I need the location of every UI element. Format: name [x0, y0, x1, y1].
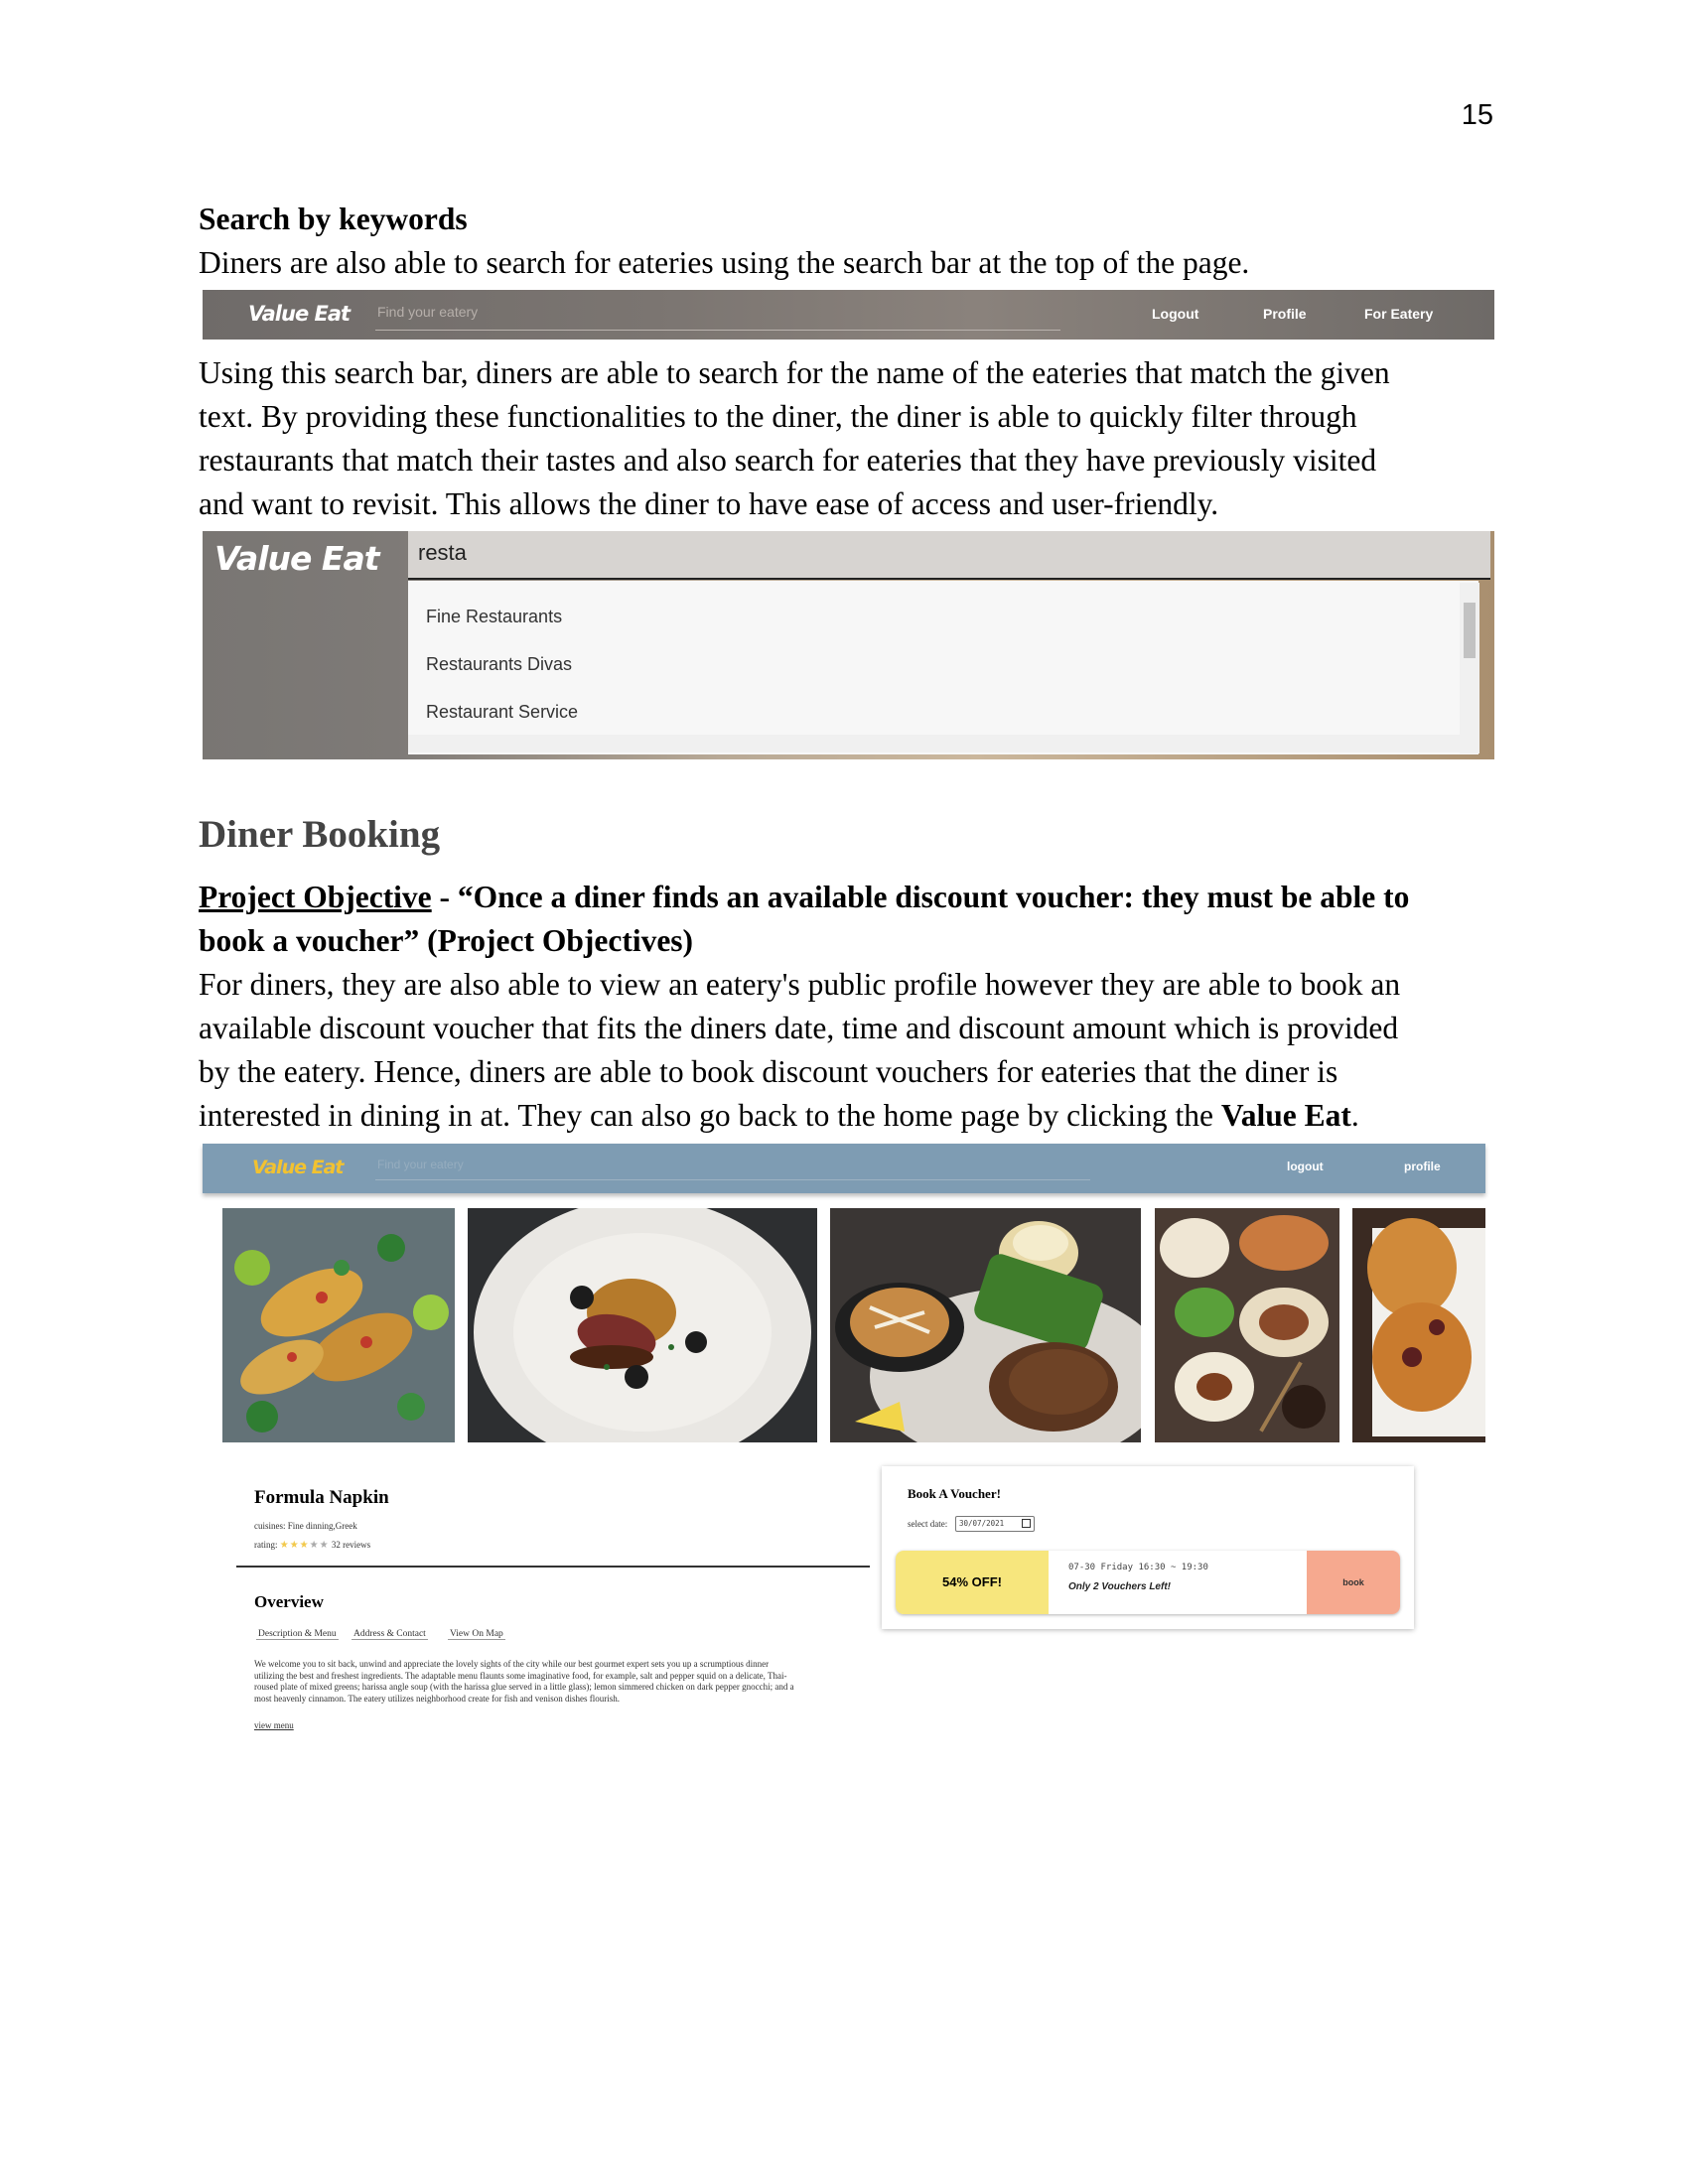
- page-number: 15: [1461, 99, 1493, 131]
- logout-link[interactable]: logout: [1287, 1160, 1324, 1173]
- food-photo-tacos: [222, 1208, 455, 1442]
- horizontal-scrollbar[interactable]: [408, 735, 1478, 752]
- search-paragraph-line: text. By providing these functionalities…: [199, 399, 1357, 434]
- voucher-time: 07-30 Friday 16:30 ~ 19:30: [1068, 1563, 1208, 1572]
- value-eat-bold: Value Eat: [1220, 1098, 1351, 1133]
- food-photo-pastry: [1352, 1208, 1485, 1442]
- select-date-label: select date:: [908, 1519, 948, 1529]
- vouchers-remaining: Only 2 Vouchers Left!: [1068, 1581, 1171, 1592]
- star-rating-icon: ★★★★★: [279, 1540, 330, 1551]
- eatery-description: We welcome you to sit back, unwind and a…: [254, 1659, 794, 1704]
- project-objective-line: Project Objective - “Once a diner finds …: [199, 876, 1509, 920]
- overview-title: Overview: [254, 1592, 324, 1611]
- search-underline: [375, 1179, 1090, 1180]
- rating-row: rating: ★★★★★ 32 reviews: [254, 1540, 370, 1551]
- search-paragraph-line: restaurants that match their tastes and …: [199, 443, 1377, 478]
- view-menu-link[interactable]: view menu: [254, 1720, 294, 1730]
- tab-description-menu[interactable]: Description & Menu: [256, 1629, 339, 1640]
- search-dropdown-screenshot: Value Eat resta Fine Restaurants Restaur…: [203, 531, 1494, 759]
- book-voucher-title: Book A Voucher!: [908, 1486, 1001, 1501]
- suggestion-item[interactable]: Fine Restaurants: [426, 607, 562, 627]
- discount-badge: 54% OFF!: [896, 1551, 1049, 1614]
- cuisines: cuisines: Fine dinning,Greek: [254, 1521, 357, 1531]
- divider: [236, 1566, 870, 1568]
- search-paragraph-line: Using this search bar, diners are able t…: [199, 355, 1390, 390]
- search-underline: [375, 330, 1060, 331]
- profile-link[interactable]: Profile: [1263, 306, 1307, 322]
- eatery-navbar: Value Eat Find your eatery logout profil…: [203, 1144, 1485, 1193]
- search-query: resta: [418, 540, 467, 565]
- value-eat-logo[interactable]: Value Eat: [248, 302, 351, 326]
- suggestion-item[interactable]: Restaurants Divas: [426, 654, 572, 675]
- rating-label: rating:: [254, 1540, 278, 1550]
- search-paragraph-line: and want to revisit. This allows the din…: [199, 486, 1219, 521]
- date-picker[interactable]: 30/07/2021: [955, 1516, 1035, 1532]
- search-section-intro: Diners are also able to search for eater…: [199, 245, 1250, 280]
- project-objective-text: - “Once a diner finds an available disco…: [431, 880, 1410, 914]
- period: .: [1350, 1098, 1359, 1133]
- section-heading: Diner Booking: [199, 813, 441, 856]
- project-objective-line: book a voucher” (Project Objectives): [199, 923, 694, 958]
- eatery-page-screenshot: Value Eat Find your eatery logout profil…: [203, 1144, 1489, 1759]
- search-input[interactable]: Find your eatery: [377, 1158, 464, 1171]
- booking-paragraph-line: available discount voucher that fits the…: [199, 1011, 1399, 1045]
- scrollbar-thumb[interactable]: [1464, 603, 1476, 658]
- search-input[interactable]: resta: [408, 531, 1490, 580]
- suggestion-item[interactable]: Restaurant Service: [426, 702, 578, 723]
- tab-view-on-map[interactable]: View On Map: [448, 1629, 505, 1640]
- booking-text: interested in dining in at. They can als…: [199, 1098, 1221, 1133]
- food-photo-plated-duck: [468, 1208, 817, 1442]
- search-navbar-screenshot: Value Eat Find your eatery Logout Profil…: [203, 290, 1494, 340]
- booking-paragraph-line: interested in dining in at. They can als…: [199, 1094, 1499, 1139]
- search-input[interactable]: Find your eatery: [377, 304, 478, 320]
- value-eat-logo[interactable]: Value Eat: [214, 539, 380, 578]
- suggestions-dropdown: Fine Restaurants Restaurants Divas Resta…: [408, 581, 1478, 754]
- calendar-icon[interactable]: [1022, 1519, 1031, 1528]
- tab-address-contact[interactable]: Address & Contact: [352, 1629, 428, 1640]
- search-section-heading: Search by keywords: [199, 202, 468, 236]
- booking-paragraph-line: by the eatery. Hence, diners are able to…: [199, 1054, 1338, 1089]
- food-photo-duck-wraps: [1155, 1208, 1339, 1442]
- booking-paragraph-line: For diners, they are also able to view a…: [199, 967, 1401, 1002]
- book-voucher-card: Book A Voucher! select date: 30/07/2021 …: [882, 1466, 1414, 1629]
- voucher-row: 54% OFF! 07-30 Friday 16:30 ~ 19:30 Only…: [896, 1551, 1400, 1614]
- reviews-count: 32 reviews: [331, 1540, 371, 1550]
- value-eat-logo[interactable]: Value Eat: [252, 1157, 344, 1178]
- profile-link[interactable]: profile: [1404, 1160, 1441, 1173]
- for-eatery-link[interactable]: For Eatery: [1364, 306, 1433, 322]
- logout-link[interactable]: Logout: [1152, 306, 1198, 322]
- date-value: 30/07/2021: [959, 1519, 1005, 1528]
- food-photo-steak-combo: [830, 1208, 1141, 1442]
- project-objective-label: Project Objective: [199, 880, 432, 914]
- book-button[interactable]: book: [1307, 1551, 1400, 1614]
- restaurant-name: Formula Napkin: [254, 1487, 389, 1508]
